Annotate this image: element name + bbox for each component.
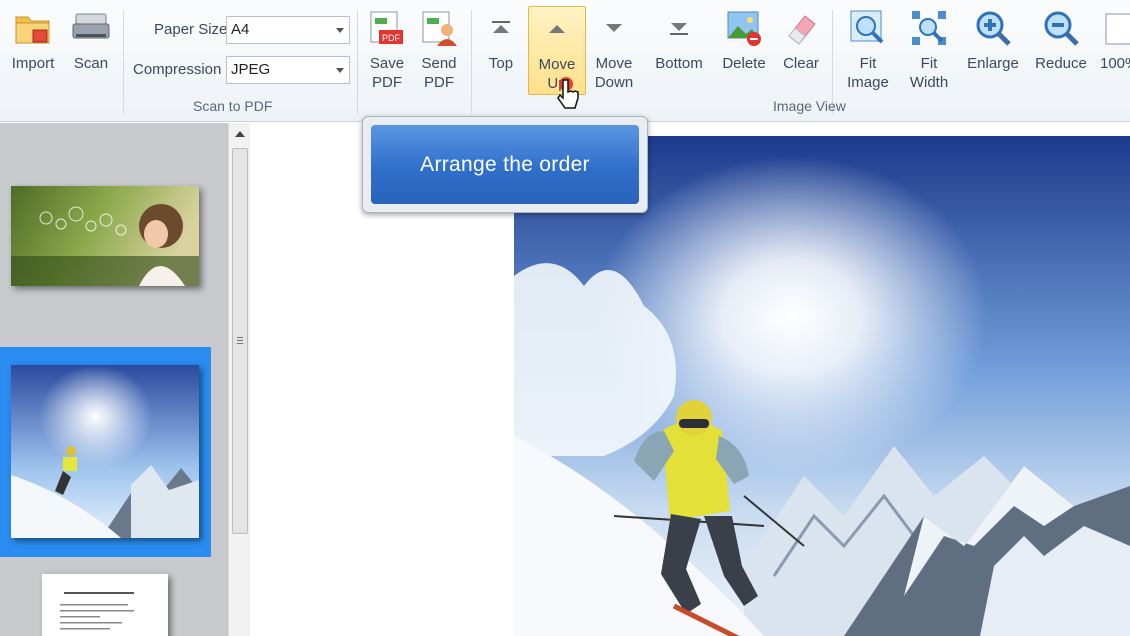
eraser-icon [779, 6, 823, 50]
move-up-icon [535, 7, 579, 51]
fit-width-label: Fit Width [909, 55, 949, 91]
top-button[interactable]: Top [478, 6, 524, 96]
paper-size-label: Paper Size [154, 21, 228, 38]
move-down-label: Move Down [594, 55, 634, 91]
clear-label: Clear [783, 55, 819, 72]
fit-image-label: Fit Image [847, 55, 889, 91]
scan-label: Scan [73, 55, 109, 72]
scrollbar-thumb[interactable] [232, 148, 248, 534]
enlarge-button[interactable]: Enlarge [964, 6, 1022, 96]
bottom-button[interactable]: Bottom [650, 6, 708, 96]
tooltip: Arrange the order [362, 116, 648, 213]
scanner-icon [69, 6, 113, 50]
scroll-up-arrow-icon[interactable] [235, 131, 245, 137]
save-pdf-button[interactable]: PDF Save PDF [362, 6, 412, 96]
clear-button[interactable]: Clear [776, 6, 826, 96]
thumbnail-scrollbar[interactable] [228, 123, 250, 636]
document-thumbnail [42, 574, 168, 636]
reduce-button[interactable]: Reduce [1032, 6, 1090, 96]
scan-button[interactable]: Scan [66, 6, 116, 96]
zoom-out-icon [1039, 6, 1083, 50]
delete-button[interactable]: Delete [718, 6, 770, 96]
photo-thumbnail [11, 365, 199, 538]
send-pdf-label: Send PDF [421, 55, 457, 91]
delete-label: Delete [722, 55, 766, 72]
move-down-icon [592, 6, 636, 50]
fit-image-button[interactable]: Fit Image [840, 6, 896, 96]
thumbnail-panel [0, 123, 228, 636]
separator [357, 10, 358, 114]
photo-thumbnail [11, 186, 199, 286]
move-top-icon [479, 6, 523, 50]
folder-icon [11, 6, 55, 50]
fit-width-icon [907, 6, 951, 50]
move-bottom-icon [657, 6, 701, 50]
compression-label: Compression [133, 61, 222, 78]
delete-image-icon [722, 6, 766, 50]
fit-image-icon [846, 6, 890, 50]
chevron-down-icon [336, 28, 344, 33]
reduce-label: Reduce [1035, 55, 1087, 72]
scan-to-pdf-group-label: Scan to PDF [193, 98, 273, 114]
paper-size-value: A4 [231, 21, 250, 38]
fit-width-button[interactable]: Fit Width [902, 6, 956, 96]
compression-value: JPEG [231, 61, 271, 78]
chevron-down-icon [336, 68, 344, 73]
tooltip-text: Arrange the order [371, 125, 639, 204]
save-pdf-label: Save PDF [369, 55, 405, 91]
actual-size-icon [1100, 6, 1130, 50]
enlarge-label: Enlarge [967, 55, 1019, 72]
separator [123, 10, 124, 114]
move-down-button[interactable]: Move Down [590, 6, 638, 96]
svg-text:PDF: PDF [382, 33, 401, 43]
import-label: Import [11, 55, 55, 72]
grip-line [237, 343, 243, 344]
zoom-100-label: 100% [1100, 55, 1130, 72]
grip-line [237, 337, 243, 338]
zoom-100-button[interactable]: 100% [1100, 6, 1130, 96]
send-pdf-button[interactable]: Send PDF [414, 6, 464, 96]
import-button[interactable]: Import [6, 6, 60, 96]
top-label: Top [488, 55, 514, 72]
thumbnail-girl-bubbles[interactable] [11, 186, 199, 286]
zoom-in-icon [971, 6, 1015, 50]
paper-size-select[interactable]: A4 [226, 16, 350, 44]
hand-cursor-icon [557, 77, 579, 109]
app-window: Import Scan Paper Size A4 Compression JP… [0, 0, 1130, 636]
thumbnail-skier[interactable] [11, 365, 199, 538]
separator [471, 10, 472, 114]
thumbnail-document[interactable] [42, 574, 168, 636]
image-view-group-label: Image View [773, 98, 846, 114]
compression-select[interactable]: JPEG [226, 56, 350, 84]
bottom-label: Bottom [655, 55, 703, 72]
save-pdf-icon: PDF [365, 6, 409, 50]
grip-line [237, 340, 243, 341]
send-pdf-icon [417, 6, 461, 50]
